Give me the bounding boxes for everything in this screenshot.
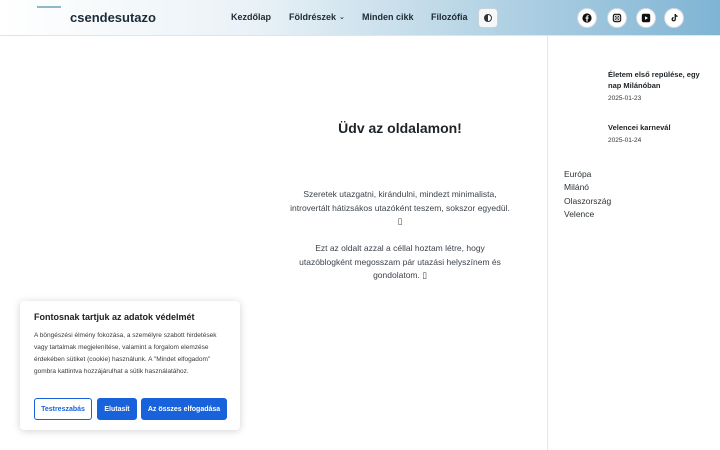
youtube-button[interactable] [636, 8, 656, 28]
sidebar-post-date: 2025-01-23 [608, 95, 642, 102]
nav-item-continents[interactable]: Földrészek ⌄ [289, 12, 345, 22]
sidebar-divider [547, 36, 548, 450]
youtube-icon [641, 13, 651, 23]
tag-link-velence[interactable]: Velence [564, 209, 594, 219]
reject-button[interactable]: Elutasít [97, 398, 137, 420]
accept-all-button[interactable]: Az összes elfogadása [141, 398, 227, 420]
site-logo[interactable]: csendesutazo [70, 10, 156, 25]
instagram-button[interactable] [607, 8, 627, 28]
purpose-paragraph: Ezt az oldalt azzal a céllal hoztam létr… [299, 243, 501, 280]
logo-accent-line [37, 6, 61, 8]
contrast-icon [484, 14, 492, 22]
chevron-down-icon: ⌄ [339, 14, 345, 21]
instagram-icon [612, 13, 622, 23]
nav-item-all-articles[interactable]: Minden cikk [362, 12, 414, 22]
site-header: csendesutazo Kezdőlap Földrészek ⌄ Minden… [0, 0, 720, 36]
tag-link-europa[interactable]: Európa [564, 169, 591, 179]
tiktok-icon [671, 14, 678, 22]
intro-paragraph: Szeretek utazgatni, kirándulni, mindezt … [290, 189, 510, 226]
sidebar-post-date: 2025-01-24 [608, 137, 642, 144]
tiktok-button[interactable] [664, 8, 684, 28]
tag-link-olaszorszag[interactable]: Olaszország [564, 196, 611, 206]
sidebar-post-link[interactable]: Velencei karnevál [608, 122, 708, 133]
page-title: Üdv az oldalamon! [338, 120, 462, 136]
theme-toggle-button[interactable] [478, 8, 498, 28]
cookie-banner-text: A böngészési élmény fokozása, a személyr… [34, 332, 217, 375]
nav-item-philosophy[interactable]: Filozófia [431, 12, 468, 22]
sidebar-post-link[interactable]: Életem első repülése, egy nap Milánóban [608, 69, 708, 91]
tag-link-milano[interactable]: Milánó [564, 182, 589, 192]
cookie-banner-title: Fontosnak tartjuk az adatok védelmét [34, 312, 195, 322]
customize-button[interactable]: Testreszabás [34, 398, 92, 420]
cookie-consent-banner: Fontosnak tartjuk az adatok védelmét A b… [20, 301, 240, 430]
facebook-icon [582, 13, 592, 23]
facebook-button[interactable] [577, 8, 597, 28]
nav-item-home[interactable]: Kezdőlap [231, 12, 271, 22]
